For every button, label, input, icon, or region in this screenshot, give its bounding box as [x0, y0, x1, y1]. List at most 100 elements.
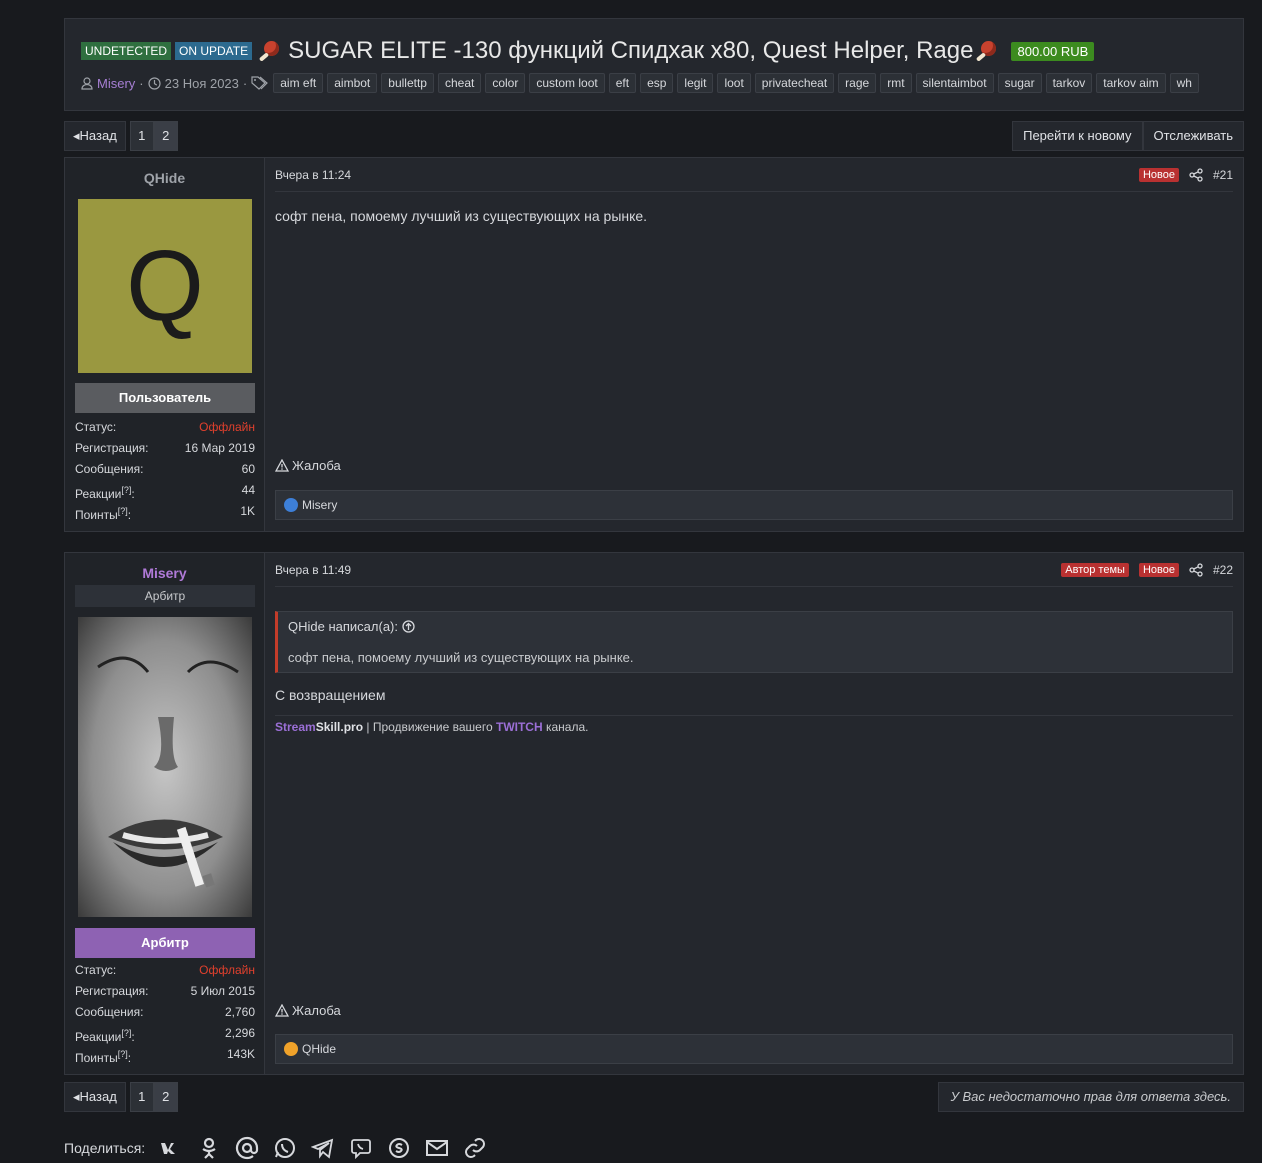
stat-value: 1K [240, 504, 255, 518]
help-hint[interactable]: [?] [118, 1049, 128, 1059]
quote-block: QHide написал(а): софт пена, помоему луч… [275, 611, 1233, 673]
tag-chip[interactable]: bullettp [381, 73, 434, 93]
post-time[interactable]: Вчера в 11:24 [275, 168, 351, 182]
mail-icon[interactable] [425, 1136, 449, 1160]
stat-label-text: Поинты [75, 508, 118, 522]
page-2-button[interactable]: 2 [153, 121, 178, 151]
stat-label: Регистрация: [75, 984, 149, 998]
tag-chip[interactable]: aimbot [327, 73, 378, 93]
tag-chip[interactable]: rmt [880, 73, 912, 93]
prefix-undetected[interactable]: UNDETECTED [81, 42, 172, 60]
signature-brand-part1[interactable]: Stream [275, 720, 316, 734]
signature-twitch[interactable]: TWITCH [496, 720, 543, 734]
prefix-on-update[interactable]: ON UPDATE [175, 42, 253, 60]
post-header-right: Новое #21 [1138, 168, 1233, 182]
stat-value: 5 Июл 2015 [190, 984, 255, 998]
signature-tail: канала. [542, 720, 589, 734]
share-icon[interactable] [1189, 168, 1203, 182]
help-hint[interactable]: [?] [121, 1028, 131, 1038]
post-user-panel: QHide Q Пользователь Статус: Оффлайн Реги… [65, 158, 265, 531]
post-time[interactable]: Вчера в 11:49 [275, 563, 351, 577]
reactions-bar[interactable]: Misery [275, 490, 1233, 520]
back-button[interactable]: ◂Назад [64, 1082, 126, 1112]
thread-author-link[interactable]: Misery [97, 76, 135, 91]
page-1-button[interactable]: 1 [129, 121, 154, 151]
report-label: Жалоба [292, 458, 341, 473]
thread-title: SUGAR ELITE -130 функций Спидхак x80, Qu… [288, 37, 974, 64]
tag-chip[interactable]: aim eft [273, 73, 324, 93]
tag-chip[interactable]: privatecheat [754, 73, 835, 93]
page-1-button[interactable]: 1 [129, 1082, 154, 1112]
post-number-link[interactable]: #21 [1213, 168, 1233, 182]
stat-status: Статус: Оффлайн [75, 960, 255, 981]
new-badge: Новое [1138, 168, 1179, 182]
signature-brand-part2[interactable]: Skill.pro [316, 720, 363, 734]
reaction-user[interactable]: Misery [302, 498, 337, 512]
stat-label: Статус: [75, 420, 117, 434]
tag-chip[interactable]: loot [717, 73, 751, 93]
stat-points: Поинты[?]: 1K [75, 501, 255, 522]
starstruck-reaction-icon [284, 1042, 298, 1056]
share-icon[interactable] [1189, 563, 1203, 577]
post-body: Вчера в 11:49 Автор темы Новое #22 QHide… [275, 553, 1233, 1074]
telegram-icon[interactable] [311, 1136, 335, 1160]
vk-icon[interactable] [159, 1136, 183, 1160]
username[interactable]: QHide [65, 170, 264, 186]
user-icon [81, 76, 93, 90]
page-2-button[interactable]: 2 [153, 1082, 178, 1112]
whatsapp-icon[interactable] [273, 1136, 297, 1160]
user-stats: Статус: Оффлайн Регистрация: 5 Июл 2015 Со… [75, 960, 255, 1065]
share-label: Поделиться: [64, 1140, 146, 1156]
quote-header[interactable]: QHide написал(а): [288, 619, 415, 634]
help-hint[interactable]: [?] [118, 506, 128, 516]
viber-icon[interactable] [349, 1136, 373, 1160]
reactions-bar[interactable]: QHide [275, 1034, 1233, 1064]
stat-colon: : [127, 508, 132, 522]
tag-chip[interactable]: cheat [437, 73, 482, 93]
go-to-new-button[interactable]: Перейти к новому [1012, 121, 1143, 151]
link-icon[interactable] [463, 1136, 487, 1160]
tag-chip[interactable]: color [485, 73, 526, 93]
skype-icon[interactable] [387, 1136, 411, 1160]
meta-separator: · [139, 75, 144, 91]
tag-chip[interactable]: esp [640, 73, 674, 93]
arrow-up-circle-icon [402, 620, 415, 633]
post-message: С возвращением [275, 687, 386, 703]
avatar[interactable]: Q [78, 199, 252, 373]
tag-chip[interactable]: custom loot [529, 73, 605, 93]
email-at-icon[interactable] [235, 1136, 259, 1160]
avatar[interactable] [78, 617, 252, 917]
odnoklassniki-icon[interactable] [197, 1136, 221, 1160]
reaction-user[interactable]: QHide [302, 1042, 336, 1056]
tag-chip[interactable]: legit [677, 73, 714, 93]
help-hint[interactable]: [?] [121, 485, 131, 495]
thread-header: UNDETECTED ON UPDATE SUGAR ELITE -130 фу… [64, 18, 1244, 111]
thread-author-badge: Автор темы [1061, 563, 1129, 577]
back-button[interactable]: ◂Назад [64, 121, 126, 151]
post-header: Вчера в 11:49 Автор темы Новое #22 [275, 563, 1233, 587]
tag-chip[interactable]: sugar [997, 73, 1042, 93]
avatar-photo [78, 617, 252, 917]
back-label: Назад [79, 128, 117, 143]
post-header-right: Автор темы Новое #22 [1061, 563, 1233, 577]
clock-icon [148, 76, 161, 90]
tag-chip[interactable]: eft [608, 73, 637, 93]
tag-chip[interactable]: silentaimbot [915, 73, 994, 93]
stat-label: Регистрация: [75, 441, 149, 455]
thread-title-row: UNDETECTED ON UPDATE SUGAR ELITE -130 фу… [81, 37, 1095, 65]
tag-chip[interactable]: tarkov [1045, 73, 1093, 93]
username[interactable]: Misery [65, 565, 264, 581]
tag-chip[interactable]: wh [1169, 73, 1199, 93]
report-link[interactable]: Жалоба [275, 1003, 341, 1018]
post-user-panel: Misery Арбитр Арбитр Статус: Оффлайн Реги… [65, 553, 265, 1074]
quote-author: QHide написал(а): [288, 619, 398, 634]
post-body: Вчера в 11:24 Новое #21 софт пена, помое… [275, 158, 1233, 531]
stat-label: Сообщения: [75, 462, 144, 476]
post-number-link[interactable]: #22 [1213, 563, 1233, 577]
thread-date[interactable]: 23 Ноя 2023 [165, 76, 239, 91]
report-link[interactable]: Жалоба [275, 458, 341, 473]
watch-button[interactable]: Отслеживать [1142, 121, 1244, 151]
price-badge: 800.00 RUB [1011, 41, 1095, 61]
tag-chip[interactable]: tarkov aim [1096, 73, 1166, 93]
tag-chip[interactable]: rage [838, 73, 877, 93]
